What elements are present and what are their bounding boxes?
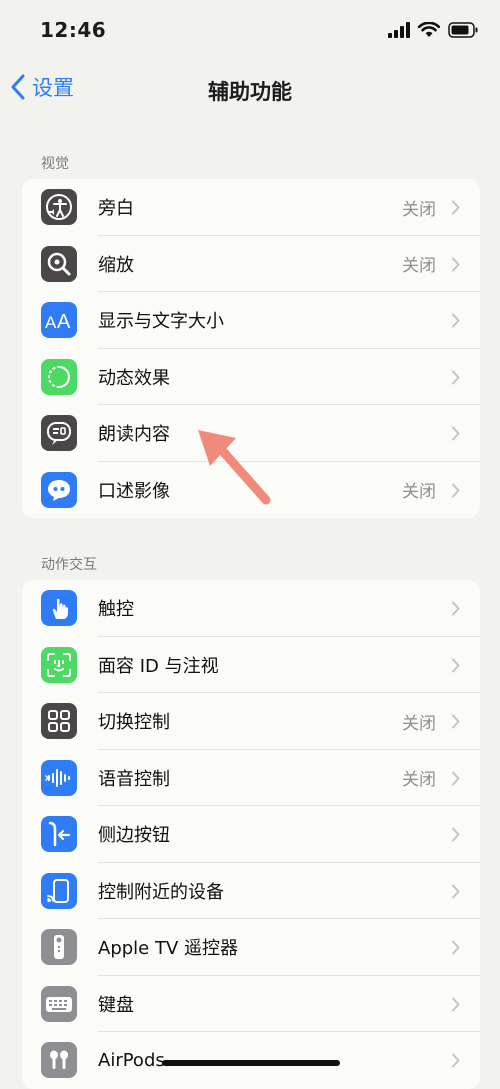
cellular-signal-icon [388,22,410,42]
chevron-right-icon [452,827,460,842]
row-label: 显示与文字大小 [98,311,224,333]
chevron-right-icon [452,1053,460,1068]
row-motion[interactable]: 动态效果 [22,349,480,405]
row-label: 切换控制 [98,712,170,734]
chevron-right-icon [452,714,460,729]
chevron-right-icon [452,313,460,328]
zoom-icon [41,245,77,282]
row-label: AirPods [98,1049,165,1071]
motion-icon [41,358,77,395]
section-header-physical-motor: 动作交互 [41,557,97,573]
status-time: 12:46 [40,18,107,42]
row-side-button[interactable]: 侧边按钮 [22,806,480,863]
text-size-icon: AA [41,302,77,339]
row-label: Apple TV 遥控器 [98,938,238,960]
row-value: 关闭 [402,482,436,503]
keyboard-icon [41,985,77,1022]
svg-text:A: A [57,311,71,331]
chevron-right-icon [452,426,460,441]
airpods-icon [41,1042,77,1079]
row-touch[interactable]: 触控 [22,580,480,637]
row-switch-control[interactable]: 切换控制 关闭 [22,693,480,750]
row-label: 键盘 [98,994,134,1016]
row-label: 朗读内容 [98,424,170,446]
voiceover-icon [41,189,77,226]
battery-icon [448,22,478,42]
row-apple-tv-remote[interactable]: Apple TV 遥控器 [22,919,480,976]
row-zoom[interactable]: 缩放 关闭 [22,236,480,292]
apple-tv-remote-icon [41,929,77,966]
row-label: 旁白 [98,198,134,220]
row-keyboards[interactable]: 键盘 [22,976,480,1032]
status-bar: 12:46 [0,0,500,60]
row-voice-control[interactable]: 语音控制 关闭 [22,750,480,806]
row-label: 口述影像 [98,480,170,502]
row-voiceover[interactable]: 旁白 关闭 [22,179,480,236]
chevron-right-icon [452,884,460,898]
annotation-arrow-icon [198,430,271,505]
face-id-icon [41,646,77,683]
row-value: 关闭 [402,713,436,734]
row-label: 面容 ID 与注视 [98,655,219,677]
svg-text:A: A [45,313,57,331]
row-label: 缩放 [98,254,134,276]
touch-icon [41,590,77,627]
chevron-right-icon [452,940,460,955]
switch-control-icon [41,703,77,740]
row-label: 侧边按钮 [98,825,170,847]
navigation-bar: 设置 辅助功能 [0,64,500,114]
audio-description-icon [41,471,77,508]
chevron-right-icon [452,997,460,1011]
wifi-icon [417,21,441,42]
chevron-right-icon [452,601,460,616]
row-label: 语音控制 [98,768,170,790]
row-value: 关闭 [402,770,436,791]
row-control-nearby-devices[interactable]: 控制附近的设备 [22,863,480,919]
page-title: 辅助功能 [208,80,292,104]
home-indicator [162,1060,340,1066]
nearby-devices-icon [41,872,77,909]
row-display-text-size[interactable]: AA 显示与文字大小 [22,292,480,349]
chevron-right-icon [452,771,460,785]
chevron-right-icon [452,658,460,672]
settings-group-physical-motor: 触控 面容 ID 与注视 切换控制 关闭 语音控制 关闭 侧边按钮 控制附近的设… [22,580,480,1089]
section-header-vision: 视觉 [41,156,69,172]
row-value: 关闭 [402,256,436,277]
spoken-content-icon [41,415,77,452]
row-label: 动态效果 [98,367,170,389]
row-label: 控制附近的设备 [98,881,224,903]
row-value: 关闭 [402,199,436,220]
chevron-right-icon [452,483,460,497]
row-face-id-attention[interactable]: 面容 ID 与注视 [22,637,480,693]
row-label: 触控 [98,599,134,621]
side-button-icon [41,816,77,853]
chevron-right-icon [452,370,460,384]
chevron-right-icon [452,257,460,271]
voice-control-icon [41,759,77,796]
chevron-right-icon [452,200,460,215]
status-icons [388,21,478,42]
